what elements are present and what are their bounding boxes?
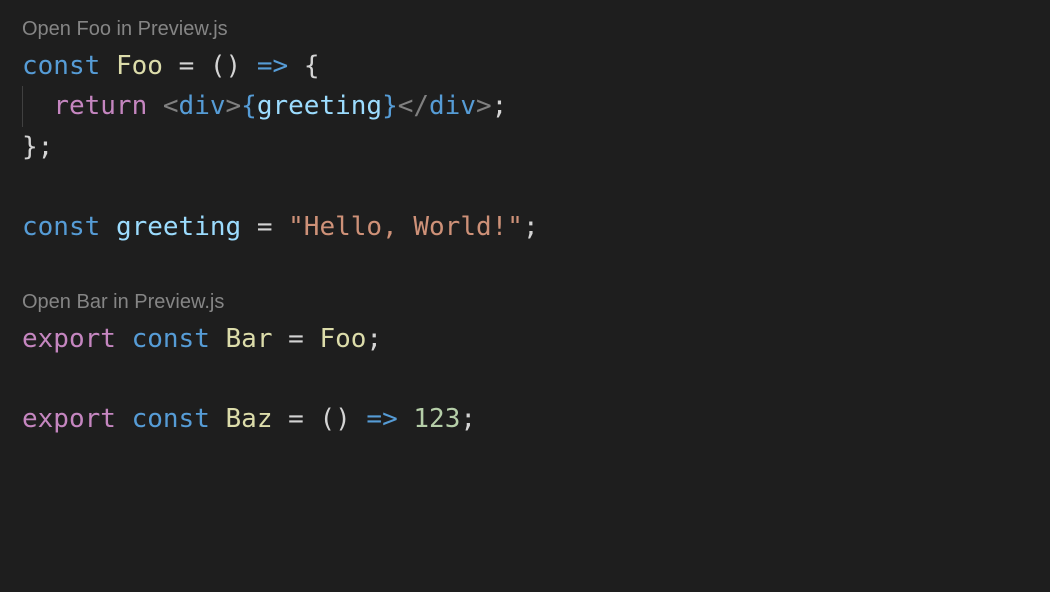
- space: [304, 324, 320, 354]
- variable-greeting: greeting: [116, 212, 241, 242]
- space: [100, 212, 116, 242]
- space: [272, 324, 288, 354]
- paren-open: (: [210, 51, 226, 81]
- keyword-const: const: [132, 404, 210, 434]
- code-line[interactable]: export const Baz = () => 123;: [22, 399, 1028, 439]
- brace-close: }: [22, 132, 38, 162]
- component-baz: Baz: [226, 404, 273, 434]
- code-line[interactable]: const Foo = () => {: [22, 46, 1028, 86]
- keyword-return: return: [53, 91, 147, 121]
- space: [116, 324, 132, 354]
- blank-line[interactable]: [22, 247, 1028, 287]
- space: [398, 404, 414, 434]
- semicolon: ;: [38, 132, 54, 162]
- space: [163, 51, 179, 81]
- space: [210, 324, 226, 354]
- paren-open: (: [319, 404, 335, 434]
- space: [194, 51, 210, 81]
- indent: [22, 91, 53, 121]
- code-line[interactable]: const greeting = "Hello, World!";: [22, 207, 1028, 247]
- space: [288, 51, 304, 81]
- blank-line[interactable]: [22, 359, 1028, 399]
- space: [116, 404, 132, 434]
- string-literal: "Hello, World!": [288, 212, 523, 242]
- equals: =: [288, 324, 304, 354]
- codelens-open-foo[interactable]: Open Foo in Preview.js: [22, 14, 1028, 44]
- keyword-export: export: [22, 404, 116, 434]
- keyword-export: export: [22, 324, 116, 354]
- code-line[interactable]: };: [22, 127, 1028, 167]
- space: [351, 404, 367, 434]
- semicolon: ;: [366, 324, 382, 354]
- keyword-const: const: [22, 212, 100, 242]
- space: [272, 212, 288, 242]
- keyword-const: const: [132, 324, 210, 354]
- paren-close: ): [335, 404, 351, 434]
- arrow: =>: [257, 51, 288, 81]
- space: [304, 404, 320, 434]
- brace-open: {: [304, 51, 320, 81]
- component-foo: Foo: [116, 51, 163, 81]
- paren-close: ): [226, 51, 242, 81]
- space: [272, 404, 288, 434]
- code-line[interactable]: export const Bar = Foo;: [22, 319, 1028, 359]
- jsx-brace-close: }: [382, 91, 398, 121]
- component-bar: Bar: [226, 324, 273, 354]
- arrow: =>: [366, 404, 397, 434]
- semicolon: ;: [523, 212, 539, 242]
- space: [241, 51, 257, 81]
- tag-div: div: [429, 91, 476, 121]
- identifier-foo: Foo: [319, 324, 366, 354]
- tag-open: <: [163, 91, 179, 121]
- keyword-const: const: [22, 51, 100, 81]
- tag-close: >: [226, 91, 242, 121]
- number-literal: 123: [413, 404, 460, 434]
- equals: =: [288, 404, 304, 434]
- codelens-open-bar[interactable]: Open Bar in Preview.js: [22, 287, 1028, 317]
- space: [210, 404, 226, 434]
- space: [100, 51, 116, 81]
- semicolon: ;: [460, 404, 476, 434]
- identifier-greeting: greeting: [257, 91, 382, 121]
- equals: =: [257, 212, 273, 242]
- jsx-brace-open: {: [241, 91, 257, 121]
- tag-close: >: [476, 91, 492, 121]
- semicolon: ;: [492, 91, 508, 121]
- equals: =: [179, 51, 195, 81]
- space: [241, 212, 257, 242]
- tag-open-slash: </: [398, 91, 429, 121]
- code-line[interactable]: return <div>{greeting}</div>;: [22, 86, 1028, 126]
- space: [147, 91, 163, 121]
- blank-line[interactable]: [22, 167, 1028, 207]
- tag-div: div: [179, 91, 226, 121]
